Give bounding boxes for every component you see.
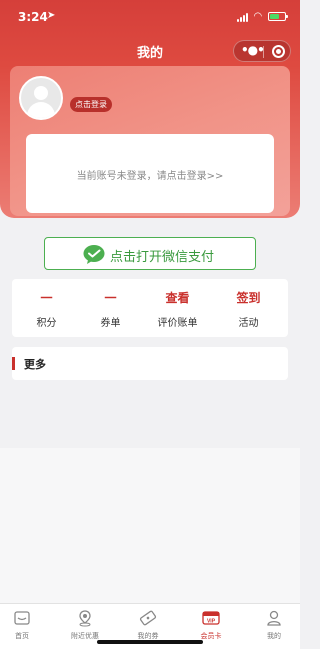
stat-points[interactable]: 一 积分 [12, 279, 81, 337]
mini-program-capsule: •●• [233, 40, 291, 62]
more-section-title: 更多 [24, 358, 46, 371]
svg-text:VIP: VIP [207, 619, 216, 625]
avatar[interactable] [19, 76, 63, 120]
location-icon [79, 610, 91, 627]
stat-label: 活动 [238, 318, 259, 329]
stat-label: 评价账单 [157, 318, 198, 329]
stat-label: 积分 [36, 318, 57, 329]
user-icon [267, 610, 281, 626]
section-accent-bar [12, 357, 15, 370]
vip-card-icon: VIP [202, 611, 220, 625]
wechat-icon [83, 245, 105, 264]
ticket-icon [139, 610, 157, 626]
close-target-icon[interactable] [272, 45, 285, 58]
content-background [0, 448, 300, 603]
tab-mine[interactable]: 我的 [244, 604, 304, 649]
home-icon [14, 611, 30, 625]
stat-value: 一 [104, 291, 117, 305]
signal-icon [237, 13, 251, 22]
status-time: 3:24 [18, 10, 48, 24]
stat-value: 签到 [236, 291, 261, 305]
stat-activity[interactable]: 签到 活动 [214, 279, 283, 337]
tab-home[interactable]: 首页 [0, 604, 52, 649]
battery-icon [268, 12, 288, 21]
wifi-icon: ◠ [254, 11, 262, 22]
location-arrow-icon: ➤ [47, 10, 56, 21]
stat-value: 查看 [165, 291, 190, 305]
tab-label: 我的 [267, 632, 281, 640]
login-badge[interactable]: 点击登录 [70, 97, 112, 112]
home-indicator[interactable] [97, 640, 203, 644]
wechat-pay-button[interactable]: 点击打开微信支付 [44, 237, 256, 270]
more-section[interactable]: 更多 [12, 347, 288, 380]
status-bar: 3:24 ➤ ◠ [0, 0, 300, 34]
stat-label: 券单 [100, 318, 121, 329]
stat-review-bills[interactable]: 查看 评价账单 [143, 279, 212, 337]
wechat-pay-label: 点击打开微信支付 [110, 250, 215, 265]
capsule-divider [263, 46, 264, 58]
login-notice-text[interactable]: 当前账号未登录，请点击登录>> [26, 167, 274, 182]
stats-card: 一 积分 一 券单 查看 评价账单 签到 活动 [12, 279, 288, 337]
login-notice-card[interactable]: 当前账号未登录，请点击登录>> [26, 134, 274, 213]
stat-value: 一 [40, 291, 53, 305]
stat-coupons[interactable]: 一 券单 [76, 279, 145, 337]
tab-label: 首页 [15, 632, 29, 640]
more-options-icon[interactable]: •●• [241, 43, 265, 57]
